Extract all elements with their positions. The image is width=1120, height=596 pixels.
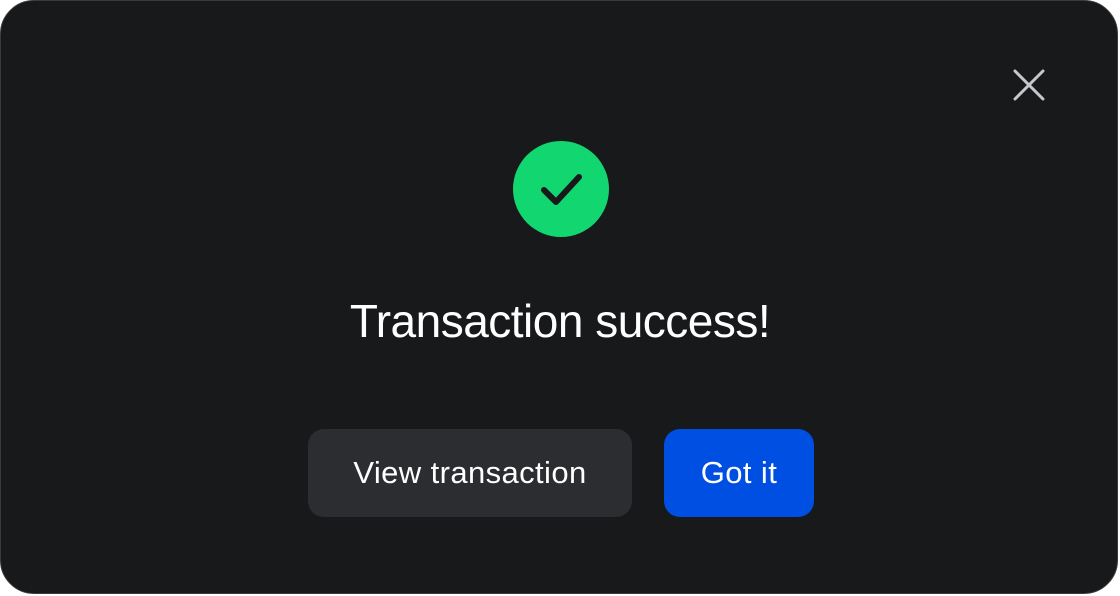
close-icon: [1013, 69, 1045, 101]
view-transaction-button[interactable]: View transaction: [308, 429, 632, 517]
dialog-title: Transaction success!: [349, 295, 771, 347]
view-transaction-label: View transaction: [353, 455, 587, 490]
close-button[interactable]: [1005, 61, 1053, 109]
success-check-icon: [513, 141, 609, 237]
check-mark-icon: [541, 174, 582, 205]
transaction-success-dialog: Transaction success! View transaction Go…: [0, 0, 1118, 594]
got-it-button[interactable]: Got it: [664, 429, 814, 517]
got-it-label: Got it: [700, 455, 778, 490]
